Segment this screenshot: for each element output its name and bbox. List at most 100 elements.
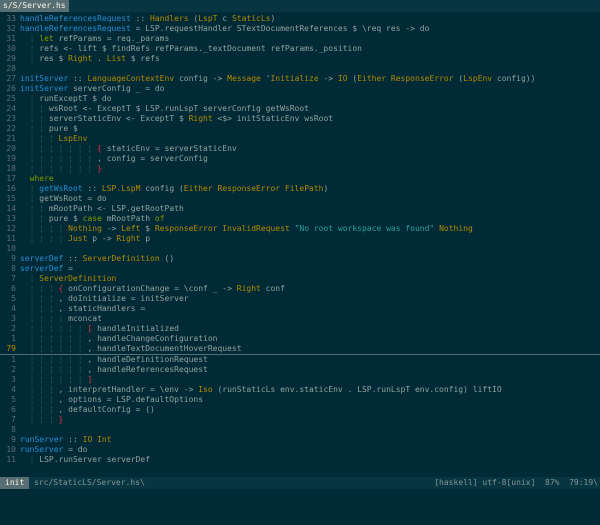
line-number: 2 bbox=[11, 324, 16, 333]
code-token: refs <- lift $ findRefs refParams._textD… bbox=[39, 44, 362, 53]
line-number: 3 bbox=[11, 375, 16, 384]
code-token: res $ bbox=[39, 54, 69, 63]
code-token: serverDef bbox=[20, 254, 64, 263]
code-token: ¦ ¦ ¦ ¦ ¦ ¦ ¦ bbox=[20, 164, 98, 173]
line-number: 3 bbox=[11, 314, 16, 323]
code-line[interactable]: 33 handleReferencesRequest :: Handlers (L… bbox=[0, 14, 600, 24]
code-token: ¦ ¦ ¦ ¦ ¦ ¦ ¦ bbox=[20, 154, 98, 163]
code-line[interactable]: 9 serverDef :: ServerDefinition () bbox=[0, 254, 600, 264]
code-line[interactable]: 2 ¦ ¦ ¦ ¦ ¦ ¦ , handleReferencesRequest bbox=[0, 365, 600, 375]
code-line[interactable]: 21 ¦ ¦ ¦ LspEnv bbox=[0, 134, 600, 144]
code-line[interactable]: 6 ¦ ¦ ¦ , defaultConfig = () bbox=[0, 405, 600, 415]
code-line[interactable]: 9 runServer :: IO Int bbox=[0, 435, 600, 445]
code-token: ResponseError InvalidRequest bbox=[154, 224, 290, 233]
code-token: IO bbox=[337, 74, 348, 83]
code-line[interactable]: 15 ¦ getWsRoot = do bbox=[0, 194, 600, 204]
code-line[interactable]: 4 ¦ ¦ ¦ , interpretHandler = \env -> Iso… bbox=[0, 385, 600, 395]
code-line[interactable]: 32 handleReferencesRequest = LSP.requestH… bbox=[0, 24, 600, 34]
code-token: Left bbox=[121, 224, 141, 233]
command-line[interactable] bbox=[0, 489, 600, 501]
code-token: ¦ ¦ ¦ bbox=[20, 294, 59, 303]
code-line[interactable]: 30 ¦ refs <- lift $ findRefs refParams._… bbox=[0, 44, 600, 54]
code-line[interactable]: 18 ¦ ¦ ¦ ¦ ¦ ¦ ¦ } bbox=[0, 164, 600, 174]
code-line[interactable]: 7 ¦ ServerDefinition bbox=[0, 274, 600, 284]
status-filename: src/StaticLS/Server.hs\ bbox=[34, 478, 145, 487]
code-token: StaticLs bbox=[231, 14, 271, 23]
code-line[interactable]: 23 ¦ ¦ serverStaticEnv <- ExceptT $ Righ… bbox=[0, 114, 600, 124]
code-line[interactable]: 14 ¦ ¦ mRootPath <- LSP.getRootPath bbox=[0, 204, 600, 214]
code-token: LspT bbox=[198, 14, 218, 23]
code-token: = bbox=[63, 264, 73, 273]
code-token: wsRoot <- ExceptT $ LSP.runLspT serverCo… bbox=[48, 104, 309, 113]
code-token: } bbox=[58, 415, 64, 424]
mode-indicator: init bbox=[0, 477, 30, 489]
code-token: config ( bbox=[140, 184, 184, 193]
code-token: serverStaticEnv <- ExceptT $ bbox=[48, 114, 189, 123]
code-line[interactable]: 28 bbox=[0, 64, 600, 74]
code-line[interactable]: 1 ¦ ¦ ¦ ¦ ¦ ¦ , handleDefinitionRequest bbox=[0, 355, 600, 365]
line-number: 12 bbox=[6, 224, 16, 233]
code-token: ¦ ¦ bbox=[20, 104, 49, 113]
line-number: 13 bbox=[6, 214, 16, 223]
code-line[interactable]: 11 ¦ ¦ ¦ ¦ Just p -> Right p bbox=[0, 234, 600, 244]
code-token: ¦ ¦ ¦ ¦ bbox=[20, 234, 69, 243]
code-line[interactable]: 8 bbox=[0, 425, 600, 435]
code-token: List bbox=[106, 54, 126, 63]
code-line[interactable]: 3 ¦ ¦ ¦ ¦ mconcat bbox=[0, 314, 600, 324]
code-line[interactable]: 1 ¦ ¦ ¦ ¦ ¦ ¦ , handleChangeConfiguratio… bbox=[0, 334, 600, 344]
code-token: mconcat bbox=[68, 314, 102, 323]
code-token: Either ResponseError bbox=[357, 74, 454, 83]
code-editor[interactable]: 33 handleReferencesRequest :: Handlers (L… bbox=[0, 14, 600, 465]
code-line[interactable]: 10 bbox=[0, 244, 600, 254]
code-token: ¦ bbox=[20, 94, 40, 103]
code-line[interactable]: 24 ¦ ¦ wsRoot <- ExceptT $ LSP.runLspT s… bbox=[0, 104, 600, 114]
code-token: ¦ ¦ ¦ ¦ ¦ ¦ bbox=[20, 334, 88, 343]
code-line[interactable]: 3 ¦ ¦ ¦ ¦ ¦ ¦ ] bbox=[0, 375, 600, 385]
code-line[interactable]: 5 ¦ ¦ ¦ , options = LSP.defaultOptions bbox=[0, 395, 600, 405]
code-token: ¦ ¦ ¦ ¦ ¦ ¦ bbox=[20, 324, 88, 333]
code-token: "No root workspace was found" bbox=[294, 224, 435, 233]
line-number: 79 bbox=[6, 344, 16, 353]
code-line[interactable]: 29 ¦ res $ Right . List $ refs bbox=[0, 54, 600, 64]
code-token: , defaultConfig = () bbox=[58, 405, 155, 414]
code-token: Iso bbox=[198, 385, 213, 394]
code-line[interactable]: 26 initServer serverConfig _ = do bbox=[0, 84, 600, 94]
code-line[interactable]: 2 ¦ ¦ ¦ ¦ ¦ ¦ [ handleInitialized bbox=[0, 324, 600, 334]
code-line[interactable]: 31 ¦ let refParams = req._params bbox=[0, 34, 600, 44]
code-line[interactable]: 13 ¦ ¦ pure $ case mRootPath of bbox=[0, 214, 600, 224]
code-token: p bbox=[140, 234, 151, 243]
code-token: :: bbox=[130, 14, 151, 23]
code-line[interactable]: 4 ¦ ¦ ¦ , staticHandlers = bbox=[0, 304, 600, 314]
code-line[interactable]: 22 ¦ ¦ pure $ bbox=[0, 124, 600, 134]
code-token: serverConfig _ = do bbox=[68, 84, 165, 93]
tab-bar: s/S/Server.hs bbox=[0, 0, 600, 12]
code-token: ServerDefinition bbox=[82, 254, 160, 263]
code-line[interactable]: 16 ¦ getWsRoot :: LSP.LspM config (Eithe… bbox=[0, 184, 600, 194]
code-token: ¦ ¦ ¦ ¦ ¦ ¦ bbox=[20, 344, 88, 353]
code-token: ¦ ¦ bbox=[20, 124, 49, 133]
code-line[interactable]: 17 where bbox=[0, 174, 600, 184]
code-line[interactable]: 11 ¦ LSP.runServer serverDef bbox=[0, 455, 600, 465]
tab-server-hs[interactable]: s/S/Server.hs bbox=[0, 0, 69, 12]
code-token: mRootPath <- LSP.getRootPath bbox=[48, 204, 184, 213]
code-token: config)) bbox=[492, 74, 536, 83]
code-line[interactable]: 8 serverDef = bbox=[0, 264, 600, 274]
code-line[interactable]: 12 ¦ ¦ ¦ ¦ Nothing -> Left $ ResponseErr… bbox=[0, 224, 600, 234]
code-token: initServer bbox=[20, 84, 69, 93]
code-token: ¦ bbox=[20, 44, 40, 53]
code-line[interactable]: 10 runServer = do bbox=[0, 445, 600, 455]
code-line[interactable]: 27 initServer :: LanguageContextEnv confi… bbox=[0, 74, 600, 84]
code-line[interactable]: 25 ¦ runExceptT $ do bbox=[0, 94, 600, 104]
code-line-current[interactable]: 79 ¦ ¦ ¦ ¦ ¦ ¦ , handleTextDocumentHover… bbox=[0, 344, 600, 355]
line-number: 27 bbox=[6, 74, 16, 83]
code-line[interactable]: 5 ¦ ¦ ¦ , doInitialize = initServer bbox=[0, 294, 600, 304]
code-line[interactable]: 20 ¦ ¦ ¦ ¦ ¦ ¦ ¦ { staticEnv = serverSta… bbox=[0, 144, 600, 154]
code-line[interactable]: 6 ¦ ¦ ¦ { onConfigurationChange = \conf … bbox=[0, 284, 600, 294]
code-token: . bbox=[92, 54, 107, 63]
code-token: ( bbox=[347, 74, 358, 83]
code-line[interactable]: 7 ¦ ¦ ¦ } bbox=[0, 415, 600, 425]
code-token: Message bbox=[227, 74, 261, 83]
code-token: ( bbox=[453, 74, 464, 83]
code-token: getWsRoot = do bbox=[39, 194, 107, 203]
code-line[interactable]: 19 ¦ ¦ ¦ ¦ ¦ ¦ ¦ , config = serverConfig bbox=[0, 154, 600, 164]
